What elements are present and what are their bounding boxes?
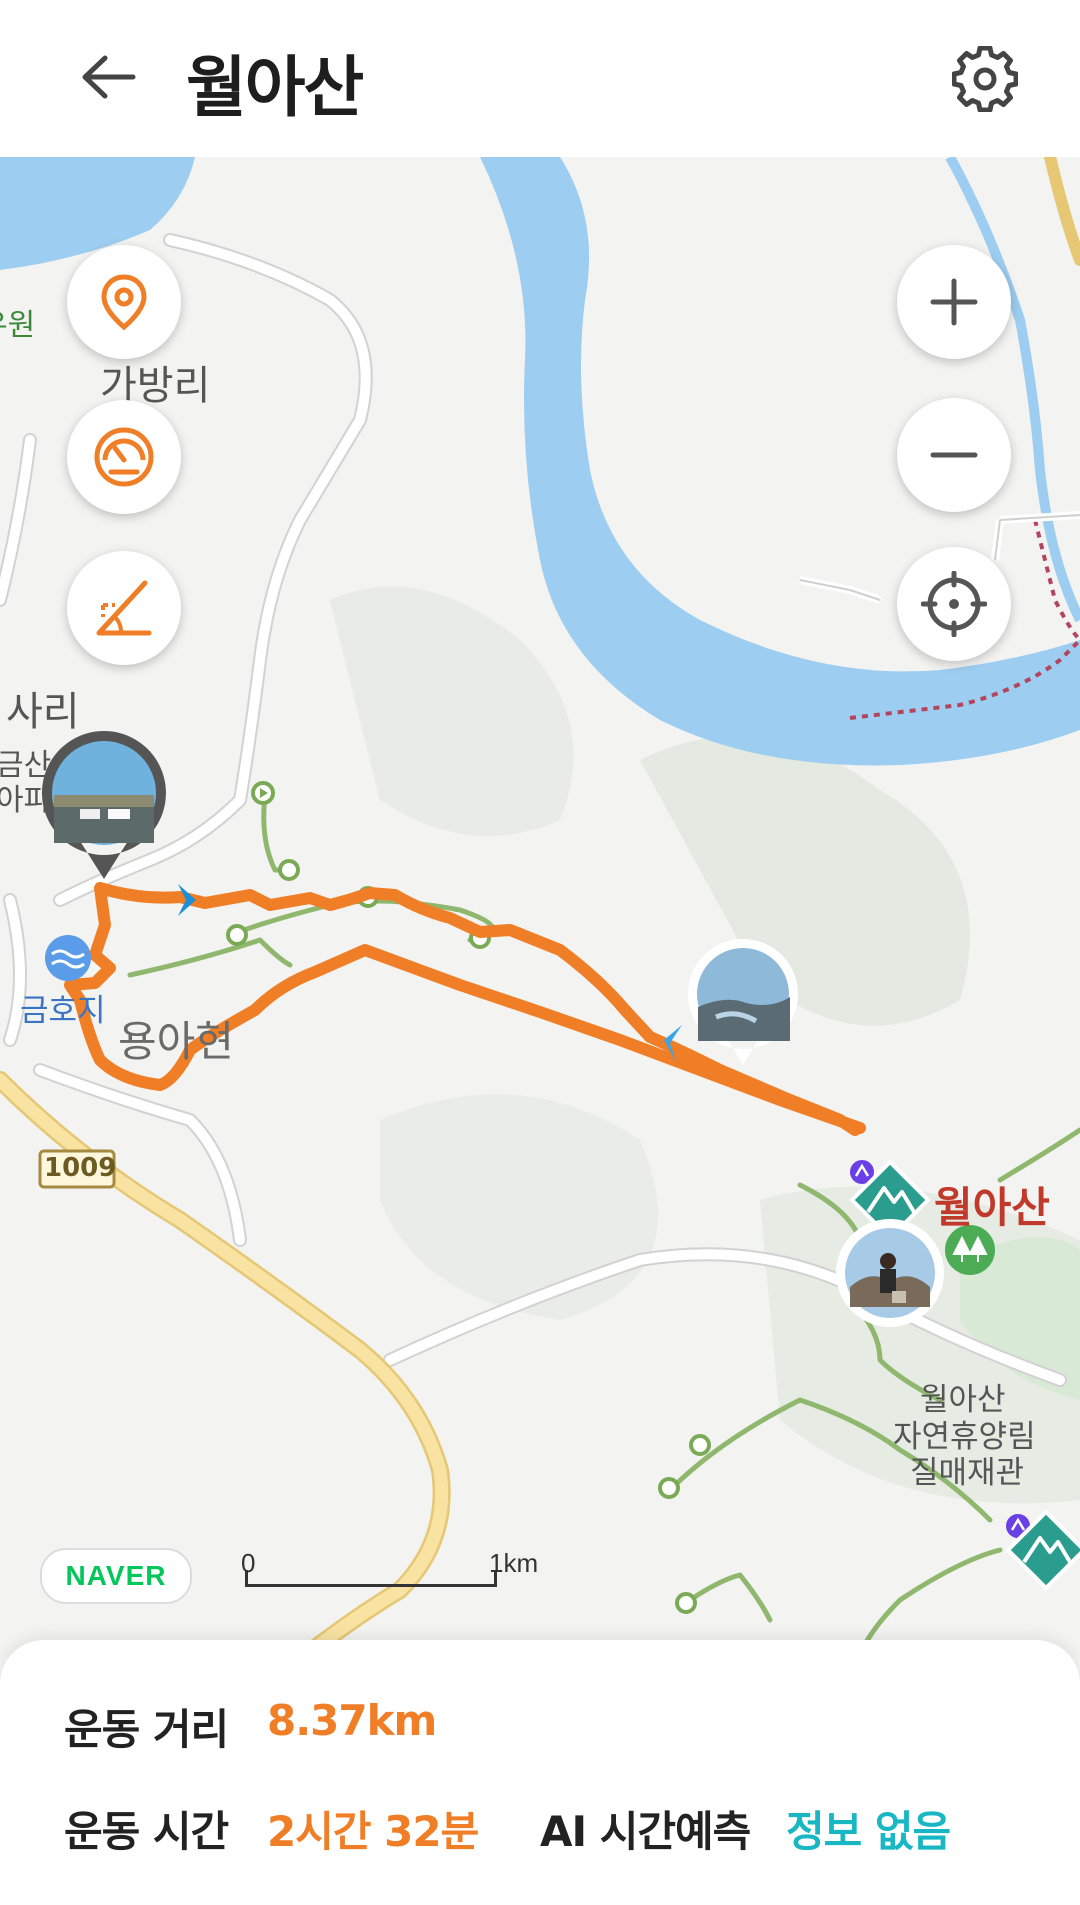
start-photo-pin[interactable]: [40, 729, 168, 889]
page-title: 월아산: [186, 49, 364, 126]
crosshair-icon: [921, 571, 987, 637]
naver-logo[interactable]: NAVER: [40, 1548, 192, 1604]
photo-pin-shape: [41, 731, 166, 879]
slope-icon: [96, 580, 152, 636]
ai-time-prediction-value: 정보 없음: [786, 1807, 951, 1856]
map-view[interactable]: 유원 가방리 사리 금산 아파 금호지 용아현 1009 월아산 월아산 자연휴…: [0, 157, 1080, 1657]
duration-value: 2시간 32분: [267, 1807, 479, 1856]
distance-label: 운동 거리: [64, 1705, 229, 1754]
back-button[interactable]: [72, 42, 142, 112]
ai-time-prediction-label: AI 시간예측: [540, 1807, 751, 1856]
photo-pin-shape: [836, 1219, 944, 1327]
settings-button[interactable]: [948, 42, 1022, 116]
zoom-in-button[interactable]: [897, 245, 1011, 359]
app-header: 월아산: [0, 0, 1080, 157]
scale-start-label: 0: [241, 1548, 256, 1578]
scale-line: [245, 1584, 497, 1587]
speedometer-icon: [94, 427, 154, 487]
speedometer-button[interactable]: [67, 400, 181, 514]
arrow-left-icon: [82, 55, 136, 99]
zoom-out-button[interactable]: [897, 398, 1011, 512]
map-scale-bar: 0 1km: [241, 1548, 538, 1592]
road-number-label: 1009: [44, 1153, 117, 1183]
location-pin-button[interactable]: [67, 245, 181, 359]
location-pin-icon: [101, 274, 147, 331]
place-label-forest-3: 질매재관: [910, 1455, 1025, 1491]
gear-icon: [952, 46, 1018, 112]
place-label-geumhoji: 금호지: [20, 993, 106, 1029]
minus-icon: [930, 452, 978, 458]
photo-pin-shape: [687, 939, 798, 1065]
place-label-garden: 유원: [0, 308, 36, 343]
stats-panel: 운동 거리 8.37km 운동 시간 2시간 32분 AI 시간예측 정보 없음: [0, 1640, 1080, 1905]
plus-icon: [930, 278, 978, 326]
my-location-button[interactable]: [897, 547, 1011, 661]
duration-label: 운동 시간: [64, 1807, 229, 1856]
scale-end-label: 1km: [489, 1548, 539, 1578]
elevation-slope-button[interactable]: [67, 551, 181, 665]
midpoint-photo-pin[interactable]: [686, 937, 800, 1069]
place-label-yongahyeon: 용아현: [118, 1017, 234, 1066]
summit-photo-pin[interactable]: [834, 1217, 946, 1329]
place-label-wolasan: 월아산: [934, 1183, 1050, 1232]
distance-value: 8.37km: [267, 1696, 437, 1745]
